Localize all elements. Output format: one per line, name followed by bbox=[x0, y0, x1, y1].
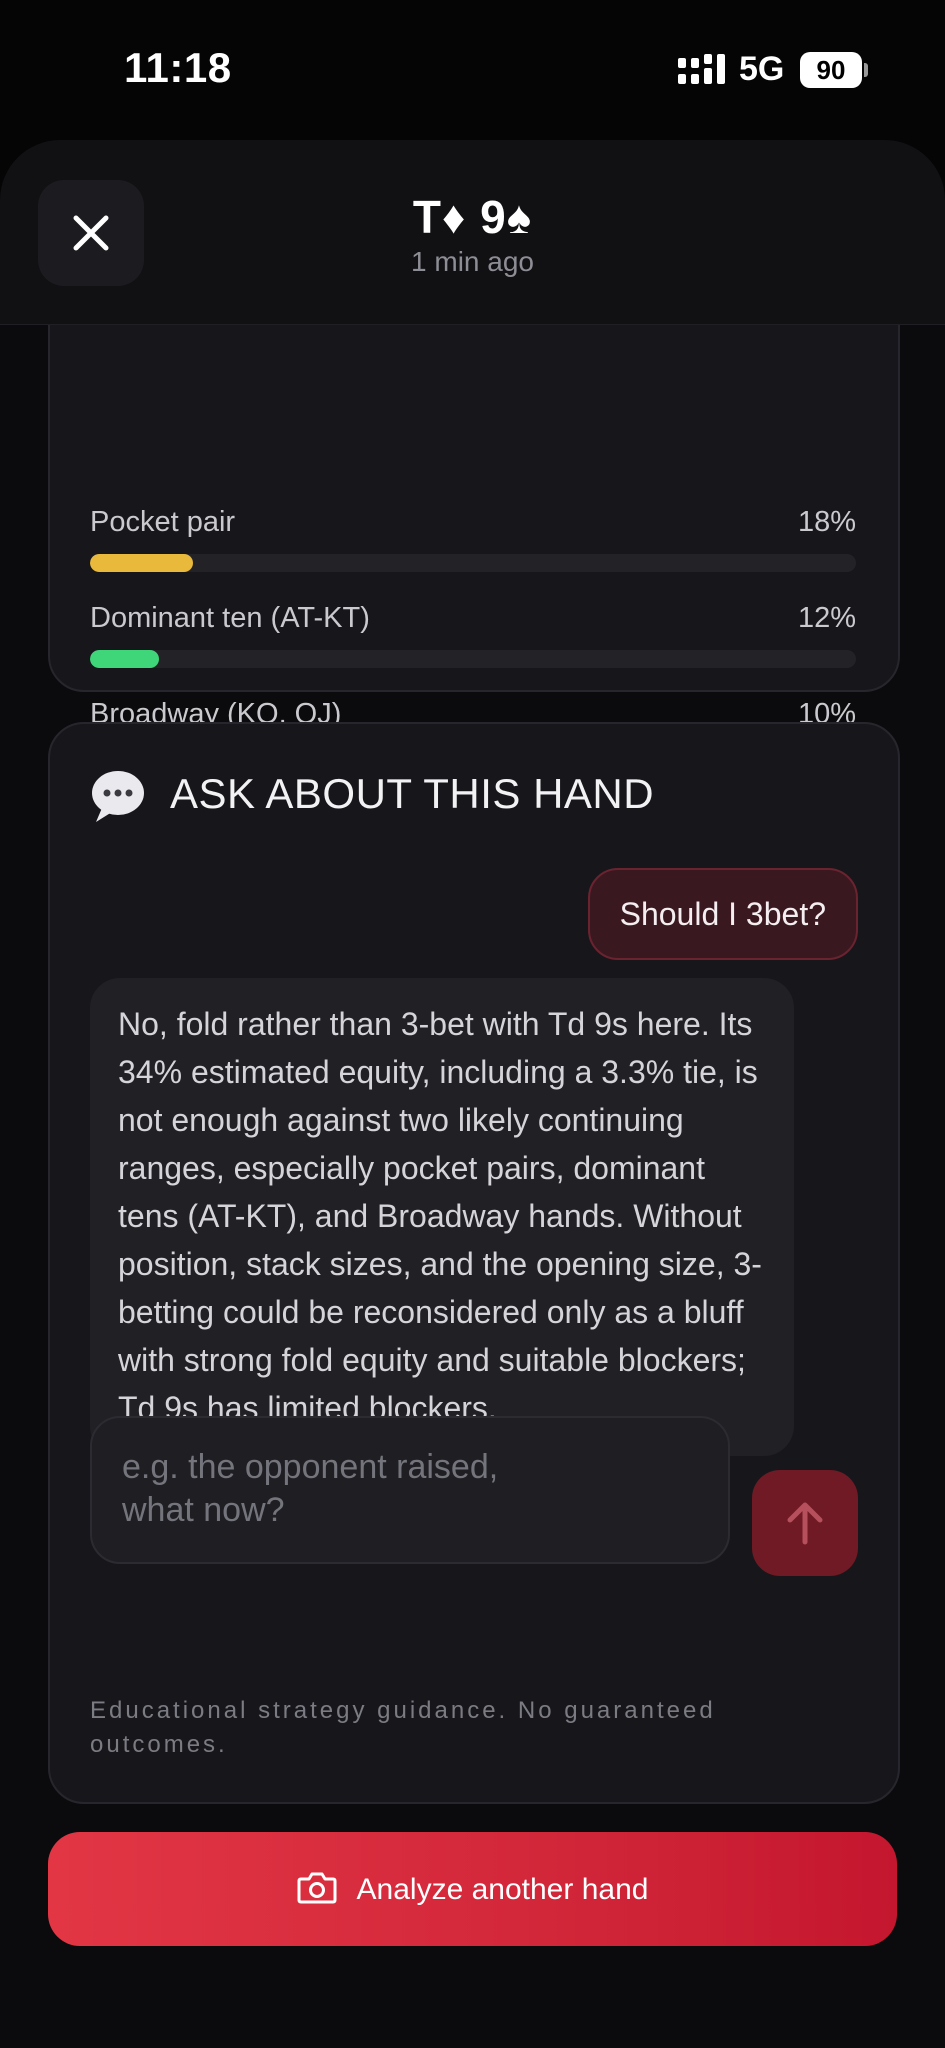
status-time: 11:18 bbox=[124, 44, 232, 91]
range-label: Dominant ten (AT-KT) bbox=[90, 602, 370, 634]
ask-about-hand-card: ASK ABOUT THIS HAND Should I 3bet? No, f… bbox=[48, 722, 900, 1804]
speech-bubble-icon bbox=[92, 771, 144, 822]
status-bar: 11:18 5G 90 bbox=[0, 0, 945, 140]
battery-nub bbox=[864, 63, 868, 77]
arrow-up-icon bbox=[787, 1502, 823, 1545]
battery-icon: 90 bbox=[800, 52, 862, 88]
range-bar-track bbox=[90, 554, 856, 572]
sheet-header: T♦ 9♠ 1 min ago bbox=[0, 140, 945, 325]
screen: 11:18 5G 90 Pocket pair 18% Dominant ten… bbox=[0, 0, 945, 2048]
range-percent: 12% bbox=[797, 602, 856, 634]
hand-detail-sheet: Pocket pair 18% Dominant ten (AT-KT) 12%… bbox=[0, 140, 945, 2048]
range-percent: 18% bbox=[797, 506, 856, 538]
analyze-button-content: Analyze another hand bbox=[48, 1832, 897, 1946]
hand-timestamp: 1 min ago bbox=[411, 246, 534, 277]
range-bar-fill bbox=[90, 554, 194, 572]
question-input-placeholder: e.g. the opponent raised, what now? bbox=[122, 1446, 682, 1532]
ask-title: ASK ABOUT THIS HAND bbox=[170, 770, 655, 817]
signal-icon bbox=[678, 54, 725, 84]
range-bar-fill bbox=[90, 650, 159, 668]
analyze-button-label: Analyze another hand bbox=[356, 1873, 649, 1907]
range-label: Pocket pair bbox=[90, 506, 236, 538]
hand-title: T♦ 9♠ bbox=[412, 191, 533, 243]
send-button[interactable] bbox=[752, 1470, 858, 1576]
disclaimer-text: Educational strategy guidance. No guaran… bbox=[90, 1697, 716, 1758]
range-breakdown-card: Pocket pair 18% Dominant ten (AT-KT) 12%… bbox=[48, 264, 900, 764]
question-input[interactable]: e.g. the opponent raised, what now? bbox=[90, 1416, 730, 1564]
analyze-another-hand-button[interactable]: Analyze another hand bbox=[48, 1832, 897, 1946]
placeholder-line-2: what now? bbox=[122, 1491, 285, 1529]
placeholder-line-1: e.g. the opponent raised, bbox=[122, 1448, 499, 1486]
user-message-bubble: Should I 3bet? bbox=[587, 868, 858, 960]
camera-icon bbox=[297, 1872, 337, 1904]
network-label: 5G bbox=[739, 50, 785, 88]
assistant-message-bubble: No, fold rather than 3-bet with Td 9s he… bbox=[90, 978, 794, 1456]
range-bar-track bbox=[90, 650, 856, 668]
